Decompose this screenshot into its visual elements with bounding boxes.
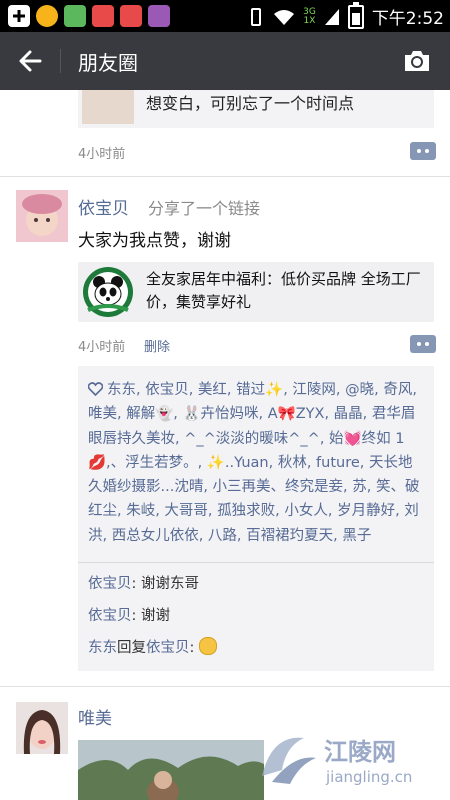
comment-sep: : [131, 576, 141, 592]
post1-link-title: 全友家居年中福利：低价买品牌 全场工厂价，集赞享好礼 [146, 270, 421, 311]
comment-row[interactable]: 依宝贝: 谢谢 [88, 604, 170, 625]
status-bar: 3G 1X 下午2:52 [0, 0, 450, 32]
comment-sep: : [131, 608, 141, 624]
battery-icon [347, 1, 364, 29]
prev-post-comment-button[interactable] [410, 142, 436, 160]
jiangling-watermark-logo: 江陵网 jiangling.cn [262, 737, 412, 786]
header-divider [60, 49, 61, 73]
moments-feed[interactable]: 想变白，可别忘了一个时间点 4小时前 依宝贝 分享了一个链接 大家为我点赞，谢谢… [0, 90, 450, 800]
app-notification-icon [36, 5, 58, 27]
post2-photo[interactable] [78, 740, 264, 800]
comment-row[interactable]: 东东回复依宝贝: [88, 636, 217, 657]
post-separator [0, 176, 450, 177]
prev-post-link-card[interactable]: 想变白，可别忘了一个时间点 [78, 90, 434, 128]
comment-row[interactable]: 依宝贝: 谢谢东哥 [88, 572, 199, 593]
top-app-bar: 朋友圈 [0, 32, 450, 90]
camera-icon[interactable] [402, 46, 432, 76]
comment-sep: : [189, 640, 199, 656]
comment-reply-word: 回复 [117, 640, 146, 656]
post1-avatar[interactable] [16, 190, 68, 242]
post1-link-card[interactable]: 全友家居年中福利：低价买品牌 全场工厂价，集赞享好礼 [78, 262, 434, 322]
post1-comment-button[interactable] [410, 335, 436, 353]
smile-emoji-icon [199, 637, 217, 655]
notification-icons [8, 5, 170, 27]
likes-list: 东东, 依宝贝, 美红, 错过✨, 江陵网, @晓, 奇风, 唯美, 解解👻, … [87, 378, 424, 548]
prev-post-link-text: 想变白，可别忘了一个时间点 [146, 94, 355, 113]
post1-text: 大家为我点赞，谢谢 [78, 231, 231, 251]
vibrate-icon [251, 7, 262, 26]
post-separator [0, 686, 450, 687]
back-arrow-icon[interactable] [14, 44, 48, 78]
network-indicator: 3G 1X [303, 7, 316, 26]
post1-time: 4小时前 [78, 340, 126, 355]
signal-icon [324, 8, 339, 25]
network-1x: 1X [303, 15, 316, 26]
panda-logo-icon [83, 267, 133, 317]
add-notification-icon [8, 5, 30, 27]
post1-delete-link[interactable]: 删除 [144, 336, 170, 355]
comment-text: 谢谢东哥 [141, 576, 199, 592]
comment-author[interactable]: 依宝贝 [88, 576, 132, 592]
clock: 下午2:52 [371, 9, 444, 29]
app-red-icon [92, 5, 114, 27]
comment-reply-target[interactable]: 依宝贝 [146, 640, 190, 656]
post2-avatar[interactable] [16, 702, 68, 754]
comment-text: 谢谢 [141, 608, 170, 624]
watermark-brand: 江陵网 [324, 738, 396, 766]
watermark-url: jiangling.cn [325, 768, 412, 786]
heart-outline-icon [87, 382, 104, 397]
post1-author[interactable]: 依宝贝 [78, 194, 129, 219]
app-red-icon-2 [120, 5, 142, 27]
likes-comments-divider [78, 562, 434, 563]
post2-author[interactable]: 唯美 [78, 704, 112, 729]
page-title: 朋友圈 [78, 51, 138, 75]
prev-post-time: 4小时前 [78, 147, 126, 162]
post1-interactions: 东东, 依宝贝, 美红, 错过✨, 江陵网, @晓, 奇风, 唯美, 解解👻, … [78, 366, 434, 671]
prev-post-thumbnail [82, 90, 134, 124]
likes-names[interactable]: 东东, 依宝贝, 美红, 错过✨, 江陵网, @晓, 奇风, 唯美, 解解👻, … [88, 382, 419, 544]
post1-shared-label: 分享了一个链接 [148, 199, 261, 218]
comment-author[interactable]: 东东 [88, 640, 117, 656]
gamepad-icon [148, 5, 170, 27]
comment-author[interactable]: 依宝贝 [88, 608, 132, 624]
wifi-icon [274, 9, 295, 25]
game-notification-icon [64, 5, 86, 27]
